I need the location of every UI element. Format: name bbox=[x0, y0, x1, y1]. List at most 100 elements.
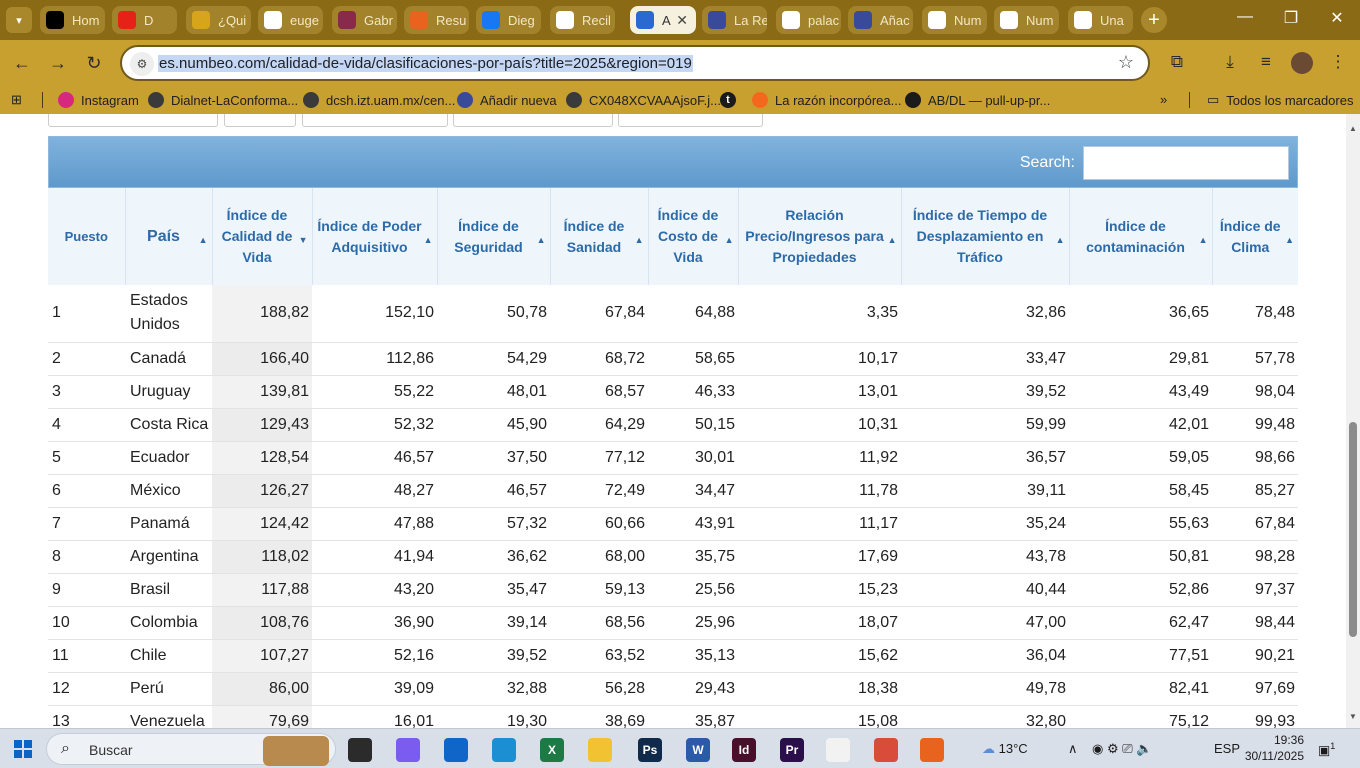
address-bar[interactable]: ⚙ es.numbeo.com/calidad-de-vida/clasific… bbox=[120, 45, 1150, 81]
windows-start-icon[interactable] bbox=[14, 740, 32, 758]
sort-icon: ▲ bbox=[724, 235, 734, 245]
col-costo-vida-header[interactable]: Índice de Costo de Vida ▲ bbox=[647, 188, 738, 285]
bookmark-star-icon[interactable]: ☆ bbox=[1118, 52, 1134, 73]
bookmark-item[interactable]: CX048XCVAAAjsoF.j... bbox=[566, 92, 721, 108]
tab-icon bbox=[708, 11, 726, 29]
browser-tab[interactable]: ¿Qui bbox=[186, 6, 251, 34]
input-language[interactable]: ESP bbox=[1214, 741, 1240, 756]
all-bookmarks-button[interactable]: ▭ Todos los marcadores bbox=[1207, 92, 1353, 108]
col-clima-header[interactable]: Índice de Clima ▲ bbox=[1211, 188, 1298, 285]
value-cell: 43,78 bbox=[901, 539, 1069, 573]
col-poder-adquisitivo-header[interactable]: Índice de Poder Adquisitivo ▲ bbox=[311, 188, 437, 285]
browser-tab[interactable]: La Re bbox=[702, 6, 767, 34]
download-icon[interactable]: ⤓ bbox=[1218, 52, 1242, 72]
bookmark-item[interactable]: La razón incorpórea... bbox=[752, 92, 901, 108]
excel-icon[interactable]: X bbox=[540, 738, 564, 762]
col-contaminacion-header[interactable]: Índice de contaminación ▲ bbox=[1068, 188, 1212, 285]
site-info-icon[interactable]: ⚙ bbox=[130, 52, 154, 76]
browser-tab[interactable]: Resu bbox=[404, 6, 469, 34]
indesign-icon[interactable]: Id bbox=[732, 738, 756, 762]
value-cell: 10,31 bbox=[738, 407, 901, 441]
close-window-icon[interactable]: ✕ bbox=[1322, 8, 1352, 28]
scroll-up-icon[interactable]: ▲ bbox=[1349, 124, 1357, 133]
weather-widget[interactable]: ☁ 13°C bbox=[982, 741, 1028, 757]
browser-tab[interactable]: D bbox=[112, 6, 177, 34]
browser-tab[interactable]: Una bbox=[1068, 6, 1133, 34]
page-scrollbar[interactable]: ▲ ▼ bbox=[1346, 114, 1360, 728]
bookmark-item[interactable]: t bbox=[720, 92, 743, 108]
bookmark-item[interactable]: Dialnet-LaConforma... bbox=[148, 92, 298, 108]
meet-icon[interactable] bbox=[826, 738, 850, 762]
copilot-icon[interactable] bbox=[396, 738, 420, 762]
bookmark-favicon-icon bbox=[457, 92, 473, 108]
bookmarks-overflow-button[interactable]: » bbox=[1160, 92, 1167, 107]
back-button[interactable]: ← bbox=[10, 51, 34, 75]
bookmark-item[interactable]: Añadir nueva bbox=[457, 92, 557, 108]
col-pais-header[interactable]: País ▲ bbox=[124, 188, 212, 285]
more-menu-icon[interactable]: ⋮ bbox=[1326, 52, 1350, 72]
task-view-icon[interactable] bbox=[348, 738, 372, 762]
browser-tab[interactable]: euge bbox=[258, 6, 323, 34]
edge-icon[interactable] bbox=[492, 738, 516, 762]
col-seguridad-header[interactable]: Índice de Seguridad ▲ bbox=[436, 188, 550, 285]
file-explorer-icon[interactable] bbox=[588, 738, 612, 762]
tab-search-menu-button[interactable]: ▾ bbox=[6, 7, 32, 33]
bookmark-item[interactable]: AB/DL — pull-up-pr... bbox=[905, 92, 1050, 108]
scrollbar-thumb[interactable] bbox=[1349, 422, 1357, 637]
restore-icon[interactable]: ❐ bbox=[1276, 8, 1306, 28]
col-sanidad-header[interactable]: Índice de Sanidad ▲ bbox=[549, 188, 648, 285]
extensions-icon[interactable]: ⧉ bbox=[1165, 52, 1189, 72]
col-calidad-vida-header[interactable]: Índice de Calidad de Vida ▼ bbox=[211, 188, 312, 285]
browser-tab[interactable]: palac bbox=[776, 6, 841, 34]
new-tab-button[interactable]: + bbox=[1141, 7, 1167, 33]
outlook-icon[interactable] bbox=[444, 738, 468, 762]
browser-tab[interactable]: Hom bbox=[40, 6, 105, 34]
value-cell: 18,07 bbox=[738, 605, 901, 639]
browser-tab[interactable]: Añac bbox=[848, 6, 913, 34]
search-input[interactable] bbox=[1083, 146, 1289, 180]
app-icon[interactable] bbox=[920, 738, 944, 762]
browser-tab[interactable]: Num bbox=[922, 6, 987, 34]
word-icon[interactable]: W bbox=[686, 738, 710, 762]
forward-button[interactable]: → bbox=[46, 51, 70, 75]
filter-control[interactable] bbox=[224, 114, 296, 127]
filter-control[interactable] bbox=[618, 114, 763, 127]
scroll-down-icon[interactable]: ▼ bbox=[1349, 712, 1357, 721]
media-control-icon[interactable]: ≡ bbox=[1254, 52, 1278, 72]
rank-cell: 12 bbox=[48, 671, 125, 705]
value-cell: 39,52 bbox=[901, 374, 1069, 408]
bookmark-item[interactable]: Instagram bbox=[58, 92, 139, 108]
value-cell: 42,01 bbox=[1069, 407, 1212, 441]
minimize-icon[interactable]: — bbox=[1230, 8, 1260, 26]
url-text[interactable]: es.numbeo.com/calidad-de-vida/clasificac… bbox=[158, 55, 693, 72]
apps-grid-icon[interactable]: ⊞ bbox=[11, 92, 22, 108]
chrome-icon[interactable] bbox=[874, 738, 898, 762]
col-puesto-header[interactable]: Puesto bbox=[48, 188, 125, 285]
browser-tab[interactable]: A ✕ bbox=[630, 6, 696, 34]
rank-cell: 10 bbox=[48, 605, 125, 639]
premiere-icon[interactable]: Pr bbox=[780, 738, 804, 762]
reload-button[interactable]: ↻ bbox=[82, 51, 106, 75]
rank-cell: 13 bbox=[48, 704, 125, 728]
value-cell: 35,13 bbox=[648, 638, 738, 672]
col-precio-ingresos-header[interactable]: Relación Precio/Ingresos para Propiedade… bbox=[737, 188, 901, 285]
tray-status-icons[interactable]: ◉ ⚙ ⎚ 🔈 bbox=[1092, 741, 1152, 757]
browser-tab[interactable]: Gabr bbox=[332, 6, 397, 34]
value-cell: 58,65 bbox=[648, 341, 738, 375]
taskbar-clock[interactable]: 19:36 30/11/2025 bbox=[1244, 732, 1304, 764]
browser-tab[interactable]: Dieg bbox=[476, 6, 541, 34]
notifications-icon[interactable]: ▣1 bbox=[1318, 741, 1335, 758]
col-desplazamiento-header[interactable]: Índice de Tiempo de Desplazamiento en Tr… bbox=[900, 188, 1069, 285]
close-tab-icon[interactable]: ✕ bbox=[676, 12, 688, 29]
filter-control[interactable] bbox=[302, 114, 448, 127]
browser-tab[interactable]: Recil bbox=[550, 6, 615, 34]
browser-tab[interactable]: Num bbox=[994, 6, 1059, 34]
tray-overflow-icon[interactable]: ∧ bbox=[1068, 741, 1078, 757]
filter-control[interactable] bbox=[48, 114, 218, 127]
photoshop-icon[interactable]: Ps bbox=[638, 738, 662, 762]
bookmark-item[interactable]: dcsh.izt.uam.mx/cen... bbox=[303, 92, 455, 108]
profile-avatar[interactable] bbox=[1291, 52, 1313, 74]
filter-control[interactable] bbox=[453, 114, 613, 127]
taskbar-search-box[interactable]: ⌕ Buscar bbox=[46, 733, 336, 766]
value-cell: 139,81 bbox=[212, 374, 312, 408]
